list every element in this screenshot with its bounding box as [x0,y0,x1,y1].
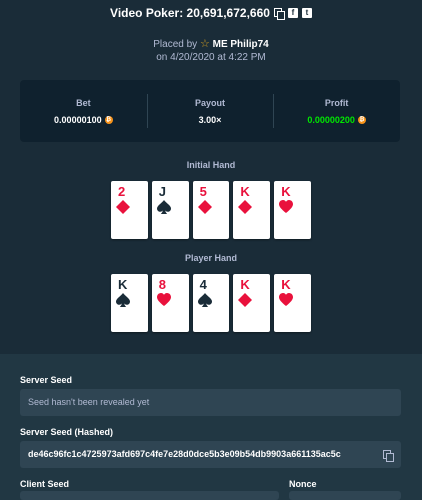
stat-bet: Bet 0.00000100 ₿ [20,80,147,142]
username-link[interactable]: ME Philip74 [213,39,269,50]
placed-by-label: Placed by [153,39,198,50]
card-rank: J [158,184,167,199]
server-seed-field[interactable]: Seed hasn't been revealed yet [20,389,401,416]
profit-amount: 0.00000200 [307,114,355,125]
heart-icon [279,200,294,214]
bet-title: Video Poker: 20,691,672,660 [110,6,270,20]
modal-header: Video Poker: 20,691,672,660 f t [0,4,422,22]
btc-icon: ₿ [104,115,113,124]
stat-value: 0.00000200 ₿ [307,115,366,125]
copy-icon[interactable] [273,8,285,20]
btc-icon: ₿ [357,115,366,124]
copy-hash-button[interactable] [375,441,401,468]
player-hand-title: Player Hand [184,253,238,263]
diamond-icon [238,200,253,214]
stat-label: Bet [76,97,91,108]
initial-hand-title: Initial Hand [186,160,236,170]
stat-label: Profit [324,97,349,108]
spade-icon [116,293,130,307]
card-rank: 2 [118,184,126,199]
card-rank: K [240,184,250,199]
card-rank: K [118,277,128,292]
bet-stats-panel: Bet 0.00000100 ₿ Payout 3.00× Profit 0.0… [20,80,400,142]
playing-card: K [233,181,271,239]
stat-value: 0.00000100 ₿ [54,115,113,125]
nonce-field[interactable] [289,491,401,500]
heart-icon [156,293,171,307]
player-hand: K 8 4 K K [111,274,311,332]
diamond-icon [116,200,130,214]
client-seed-field[interactable] [20,491,279,500]
card-rank: 8 [158,277,167,292]
stat-value: 3.00× [199,115,222,125]
initial-hand: 2 J 5 K K [111,181,311,239]
server-seed-label: Server Seed [20,375,73,385]
playing-card: K [233,274,271,332]
playing-card: K [111,274,148,332]
card-rank: K [281,277,291,292]
playing-card: 5 [192,181,230,239]
diamond-icon [238,293,253,307]
facebook-icon[interactable]: f [287,8,298,18]
card-rank: K [240,277,250,292]
bet-details-modal: Video Poker: 20,691,672,660 f t Placed b… [0,0,422,500]
diamond-icon [197,200,212,214]
copy-icon [383,449,394,462]
heart-icon [279,293,294,307]
playing-card: J [151,181,189,239]
placed-date: on 4/20/2020 at 4:22 PM [156,52,266,63]
nonce-label: Nonce [289,479,317,489]
star-icon: ☆ [199,38,210,50]
stat-label: Payout [195,97,226,108]
stat-payout: Payout 3.00× [146,80,274,142]
spade-icon [156,200,171,214]
payout-multiplier: 3.00× [198,114,222,125]
card-rank: 4 [199,277,207,292]
server-seed-hashed-label: Server Seed (Hashed) [20,427,114,437]
playing-card: 8 [151,274,189,332]
playing-card: K [274,274,311,332]
spade-icon [197,293,212,307]
server-seed-hashed-field[interactable]: de46c96fc1c4725973afd697c4fe7e28d0dce5b3… [20,441,375,468]
placed-by-info: Placed by ☆ ME Philip74 on 4/20/2020 at … [0,38,422,64]
client-seed-label: Client Seed [20,479,70,489]
playing-card: 4 [192,274,230,332]
playing-card: K [274,181,311,239]
playing-card: 2 [111,181,148,239]
card-rank: 5 [199,184,207,199]
stat-profit: Profit 0.00000200 ₿ [273,80,400,142]
card-rank: K [281,184,291,199]
twitter-icon[interactable]: t [301,8,312,18]
bet-amount: 0.00000100 [54,114,102,125]
